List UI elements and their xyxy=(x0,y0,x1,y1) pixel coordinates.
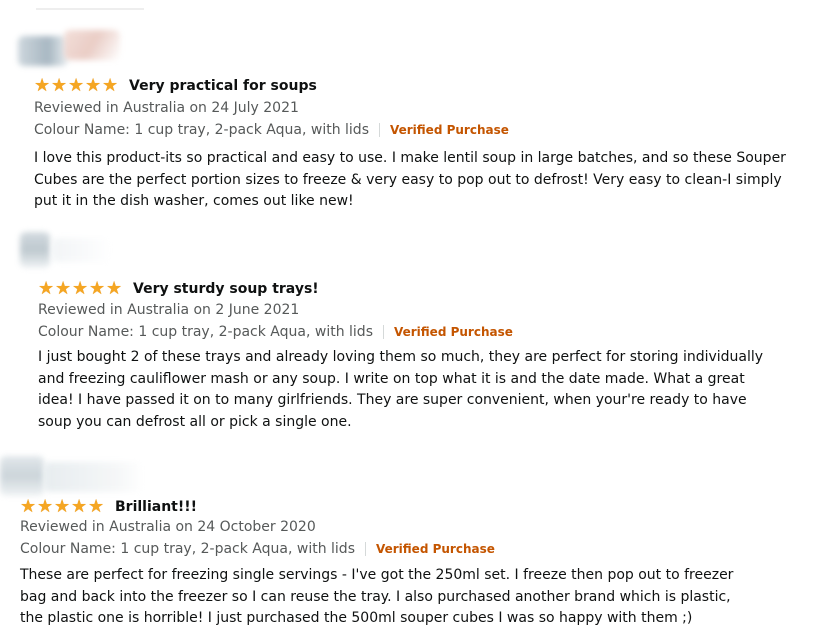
star-icon: ★ xyxy=(54,496,71,517)
variant-row: Colour Name: 1 cup tray, 2-pack Aqua, wi… xyxy=(34,122,509,138)
review-title-row: ★ ★ ★ ★ ★ Very practical for soups xyxy=(34,77,317,95)
review-body: I just bought 2 of these trays and alrea… xyxy=(38,349,764,430)
star-icon: ★ xyxy=(89,278,106,299)
top-divider xyxy=(36,8,144,10)
review-title-link[interactable]: Brilliant!!! xyxy=(115,499,197,515)
verified-purchase-badge: Verified Purchase xyxy=(393,325,513,339)
star-rating: ★ ★ ★ ★ ★ xyxy=(34,77,119,95)
star-icon: ★ xyxy=(38,278,55,299)
star-icon: ★ xyxy=(106,278,123,299)
review-body: I love this product-its so practical and… xyxy=(34,150,786,209)
star-rating: ★ ★ ★ ★ ★ xyxy=(38,280,123,298)
review-date: Reviewed in Australia on 24 July 2021 xyxy=(34,100,299,116)
divider xyxy=(364,542,366,556)
star-icon: ★ xyxy=(88,496,105,517)
review-date: Reviewed in Australia on 24 October 2020 xyxy=(20,519,316,535)
variant-link[interactable]: Colour Name: 1 cup tray, 2-pack Aqua, wi… xyxy=(20,541,355,557)
blurred-avatar-name xyxy=(44,462,144,492)
review-date: Reviewed in Australia on 2 June 2021 xyxy=(38,302,300,318)
variant-row: Colour Name: 1 cup tray, 2-pack Aqua, wi… xyxy=(20,541,495,557)
verified-purchase-badge: Verified Purchase xyxy=(389,123,509,137)
star-icon: ★ xyxy=(37,496,54,517)
review-title-row: ★ ★ ★ ★ ★ Brilliant!!! xyxy=(20,498,197,516)
blurred-avatar-icon xyxy=(20,232,50,268)
star-icon: ★ xyxy=(85,75,102,96)
star-rating: ★ ★ ★ ★ ★ xyxy=(20,498,105,516)
variant-row: Colour Name: 1 cup tray, 2-pack Aqua, wi… xyxy=(38,324,513,340)
star-icon: ★ xyxy=(20,496,37,517)
star-icon: ★ xyxy=(51,75,68,96)
variant-link[interactable]: Colour Name: 1 cup tray, 2-pack Aqua, wi… xyxy=(34,122,369,138)
variant-link[interactable]: Colour Name: 1 cup tray, 2-pack Aqua, wi… xyxy=(38,324,373,340)
star-icon: ★ xyxy=(72,278,89,299)
review-title-row: ★ ★ ★ ★ ★ Very sturdy soup trays! xyxy=(38,280,319,298)
blurred-avatar-icon xyxy=(18,36,68,66)
review-title-link[interactable]: Very practical for soups xyxy=(129,78,317,94)
review-title-link[interactable]: Very sturdy soup trays! xyxy=(133,281,319,297)
blurred-avatar-name xyxy=(64,30,120,60)
star-icon: ★ xyxy=(68,75,85,96)
blurred-avatar-name xyxy=(52,238,112,262)
star-icon: ★ xyxy=(34,75,51,96)
divider xyxy=(382,325,384,339)
star-icon: ★ xyxy=(55,278,72,299)
review-body: These are perfect for freezing single se… xyxy=(20,567,734,626)
star-icon: ★ xyxy=(102,75,119,96)
verified-purchase-badge: Verified Purchase xyxy=(375,542,495,556)
star-icon: ★ xyxy=(71,496,88,517)
divider xyxy=(378,123,380,137)
blurred-avatar-icon xyxy=(0,456,44,496)
